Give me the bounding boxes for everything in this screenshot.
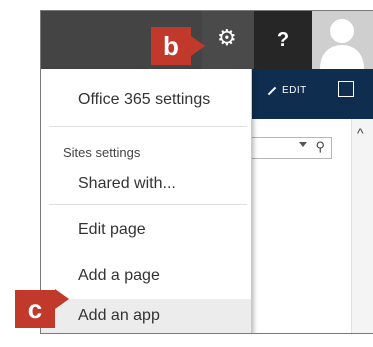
search-input[interactable]: ⚲: [246, 137, 332, 159]
scrollbar[interactable]: ^: [351, 119, 373, 333]
search-scope-dropdown-icon[interactable]: [299, 142, 307, 147]
gear-icon[interactable]: ⚙: [217, 25, 237, 51]
menu-item-add-a-page[interactable]: Add a page: [41, 267, 251, 285]
sharepoint-window: ⚙ ? EDIT ⚲ ^ Office 365 settings Sites s…: [40, 10, 373, 334]
focus-on-content-icon[interactable]: [338, 81, 354, 97]
callout-arrow-b: [191, 36, 205, 56]
pencil-icon: [267, 86, 277, 95]
menu-divider: [49, 126, 247, 127]
help-button[interactable]: ?: [254, 11, 312, 69]
avatar[interactable]: [312, 11, 373, 69]
menu-item-add-an-app[interactable]: Add an app: [41, 299, 251, 333]
callout-badge-c: c: [15, 290, 55, 328]
menu-section-heading: Sites settings: [63, 145, 141, 160]
person-icon: [320, 19, 364, 69]
callout-badge-b: b: [151, 27, 191, 65]
edit-label: EDIT: [282, 85, 307, 96]
edit-button[interactable]: EDIT: [267, 85, 307, 96]
menu-item-edit-page[interactable]: Edit page: [41, 221, 251, 239]
scroll-up-icon[interactable]: ^: [357, 125, 364, 141]
settings-menu: Office 365 settings Sites settings Share…: [41, 69, 252, 333]
search-icon[interactable]: ⚲: [315, 139, 325, 155]
menu-item-shared-with[interactable]: Shared with...: [41, 175, 251, 193]
callout-arrow-c: [55, 289, 69, 309]
menu-item-office-365-settings[interactable]: Office 365 settings: [41, 91, 251, 109]
menu-divider: [49, 204, 247, 205]
